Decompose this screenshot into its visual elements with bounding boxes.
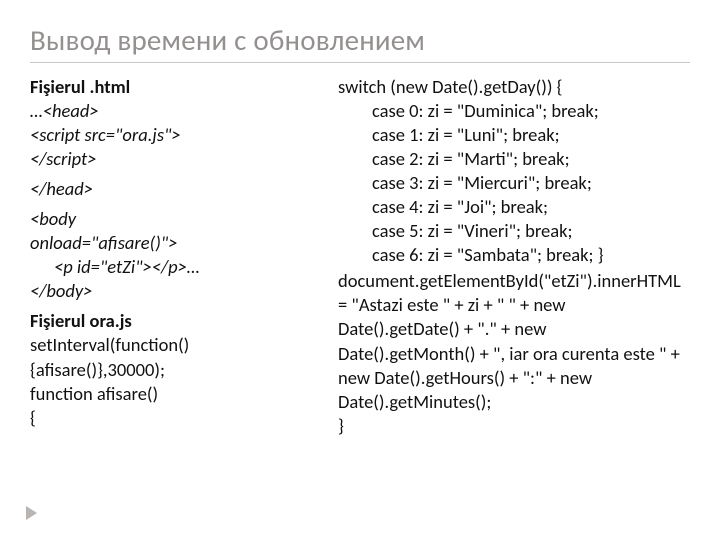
code-line: <p id="etZi"></p>… xyxy=(30,255,320,279)
code-line: case 3: zi = "Miercuri"; break; xyxy=(338,171,688,195)
code-line: { xyxy=(30,406,320,430)
code-line: </body> xyxy=(30,279,320,303)
code-line: <script src="ora.js"> xyxy=(30,123,320,147)
ellipsis: … xyxy=(30,99,43,122)
title-rule xyxy=(30,62,690,63)
code-line: case 2: zi = "Marti"; break; xyxy=(338,147,688,171)
slide-title: Вывод времени с обновлением xyxy=(30,22,690,58)
code-line: </head> xyxy=(30,177,320,201)
code-line: …<head> xyxy=(30,99,320,123)
code-line: setInterval(function() {afisare()},30000… xyxy=(30,333,320,381)
code-line: switch (new Date().getDay()) { xyxy=(338,75,688,99)
code-line: case 6: zi = "Sambata"; break; } xyxy=(338,243,688,267)
p-tag: <p id="etZi"></p> xyxy=(30,255,187,278)
content-columns: Fişierul .html …<head> <script src="ora.… xyxy=(30,75,690,438)
right-column: switch (new Date().getDay()) { case 0: z… xyxy=(338,75,688,438)
ellipsis: … xyxy=(187,255,200,278)
code-line: document.getElementById("etZi").innerHTM… xyxy=(338,269,688,413)
code-line: </script> xyxy=(30,147,320,171)
left-column: Fişierul .html …<head> <script src="ora.… xyxy=(30,75,320,438)
code-line: function afisare() xyxy=(30,382,320,406)
code-line: } xyxy=(338,414,688,438)
slide: Вывод времени с обновлением Fişierul .ht… xyxy=(0,0,720,540)
code-line: case 4: zi = "Joi"; break; xyxy=(338,195,688,219)
slide-bullet-icon xyxy=(26,506,37,520)
code-line: case 1: zi = "Luni"; break; xyxy=(338,123,688,147)
code-line: onload="afisare()"> xyxy=(30,231,320,255)
left-heading-js: Fişierul ora.js xyxy=(30,309,320,333)
head-open: <head> xyxy=(43,99,99,122)
code-line: <body xyxy=(30,207,320,231)
left-heading-html: Fişierul .html xyxy=(30,75,320,99)
code-line: case 5: zi = "Vineri"; break; xyxy=(338,219,688,243)
code-line: case 0: zi = "Duminica"; break; xyxy=(338,99,688,123)
